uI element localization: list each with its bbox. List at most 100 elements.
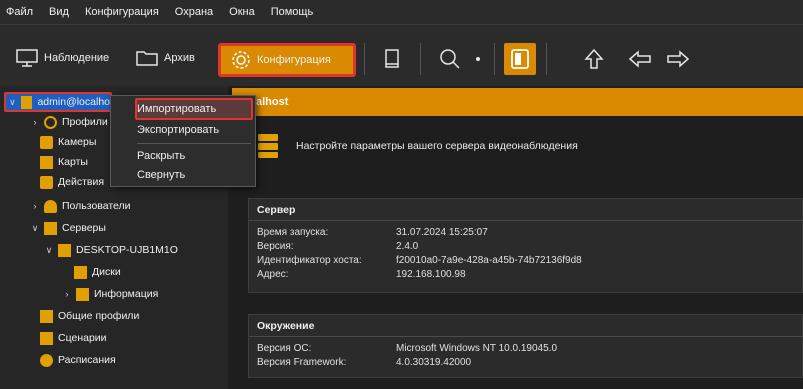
tree-item-scripts[interactable]: Сценарии xyxy=(40,328,107,348)
environment-panel: Окружение Версия ОС: Microsoft Windows NT… xyxy=(248,314,803,378)
page-title-text: alhost xyxy=(256,96,289,108)
env-row-framework-version: Версия Framework: 4.0.30319.42000 xyxy=(249,357,802,371)
chevron-down-icon[interactable]: ∨ xyxy=(44,245,54,256)
env-row-os-version: Версия ОС: Microsoft Windows NT 10.0.1904… xyxy=(249,343,802,357)
tree-item-info[interactable]: › Информация xyxy=(62,284,158,304)
server-icon xyxy=(20,95,33,109)
server-stack-icon xyxy=(258,134,278,158)
tree-item-users[interactable]: › Пользователи xyxy=(30,196,131,216)
tree-item-label: Действия xyxy=(58,176,105,188)
row-value: Microsoft Windows NT 10.0.19045.0 xyxy=(396,343,558,354)
chevron-right-icon[interactable]: › xyxy=(62,289,72,299)
gear-icon xyxy=(232,51,250,69)
row-key: Версия Framework: xyxy=(257,357,347,368)
toolbar-separator xyxy=(494,43,495,75)
observe-label: Наблюдение xyxy=(44,52,110,64)
tree-root-label: admin@localho xyxy=(37,96,110,108)
tree-item-label: Сценарии xyxy=(58,332,107,344)
server-panel: Сервер Время запуска: 31.07.2024 15:25:07… xyxy=(248,198,803,293)
user-icon xyxy=(44,199,57,213)
tree-item-profiles[interactable]: › Профили xyxy=(30,112,108,132)
tree-item-servers[interactable]: ∨ Серверы xyxy=(30,218,106,238)
arrow-back-icon[interactable] xyxy=(624,43,656,75)
chevron-down-icon[interactable]: ∨ xyxy=(30,223,40,234)
disk-icon xyxy=(74,265,87,279)
toolbar-separator xyxy=(364,43,365,75)
info-icon xyxy=(76,287,89,301)
profile-icon xyxy=(40,309,53,323)
row-key: Время запуска: xyxy=(257,227,329,238)
clock-icon xyxy=(40,353,53,367)
row-value: 192.168.100.98 xyxy=(396,269,466,280)
folder-icon xyxy=(136,51,158,66)
row-value: 31.07.2024 15:25:07 xyxy=(396,227,488,238)
target-icon xyxy=(44,115,57,129)
intro-block: Настройте параметры вашего сервера видео… xyxy=(256,132,578,160)
chevron-right-icon[interactable]: › xyxy=(30,117,40,127)
context-export[interactable]: Экспортировать xyxy=(137,124,219,136)
archive-button[interactable]: Архив xyxy=(136,43,195,73)
book-icon[interactable] xyxy=(376,43,408,75)
server-row-address: Адрес: 192.168.100.98 xyxy=(249,269,802,283)
menu-bar: Файл Вид Конфигурация Охрана Окна Помощь xyxy=(0,0,803,24)
tree-item-label: Карты xyxy=(58,156,88,168)
configuration-button[interactable]: Конфигурация xyxy=(218,43,356,77)
row-key: Версия: xyxy=(257,241,294,252)
menu-security[interactable]: Охрана xyxy=(175,6,213,18)
menu-view[interactable]: Вид xyxy=(49,6,69,18)
tree-root-admin[interactable]: ∨ admin@localho xyxy=(4,92,112,112)
tree-item-schedules[interactable]: Расписания xyxy=(40,350,116,370)
map-icon xyxy=(40,155,53,169)
toolbar-separator xyxy=(420,43,421,75)
tree-item-shared-profiles[interactable]: Общие профили xyxy=(40,306,139,326)
row-key: Адрес: xyxy=(257,269,289,280)
toolbar: Наблюдение Архив Конфигурация xyxy=(0,24,803,86)
context-collapse[interactable]: Свернуть xyxy=(137,169,185,181)
context-expand[interactable]: Раскрыть xyxy=(137,150,185,162)
tree-item-actions[interactable]: Действия xyxy=(40,172,104,192)
tree-item-label: DESKTOP-UJB1M1O xyxy=(76,244,178,256)
server-icon xyxy=(58,243,71,257)
camera-icon xyxy=(40,135,53,149)
tree-item-disks[interactable]: Диски xyxy=(74,262,121,282)
arrow-forward-icon[interactable] xyxy=(662,43,694,75)
tree-item-label: Информация xyxy=(94,288,159,300)
monitor-icon xyxy=(16,49,38,67)
arrow-up-icon[interactable] xyxy=(578,43,610,75)
chevron-right-icon[interactable]: › xyxy=(30,201,40,211)
tree-item-label: Диски xyxy=(92,266,121,278)
dropdown-arrow-icon[interactable] xyxy=(470,43,486,75)
tree-item-cameras[interactable]: Камеры xyxy=(40,132,96,152)
chevron-down-icon[interactable]: ∨ xyxy=(8,97,17,108)
context-import[interactable]: Импортировать xyxy=(137,103,216,115)
menu-windows[interactable]: Окна xyxy=(229,6,255,18)
search-icon[interactable] xyxy=(434,43,466,75)
tree-item-maps[interactable]: Карты xyxy=(40,152,88,172)
tree-item-label: Профили xyxy=(62,116,108,128)
tree-item-label: Камеры xyxy=(58,136,97,148)
toolbar-separator xyxy=(546,43,547,75)
main-content: alhost Настройте параметры вашего сервер… xyxy=(232,88,803,389)
menu-help[interactable]: Помощь xyxy=(271,6,314,18)
script-icon xyxy=(40,331,53,345)
tree-item-label: Серверы xyxy=(62,222,106,234)
observe-button[interactable]: Наблюдение xyxy=(16,43,109,73)
layout-panel-icon[interactable] xyxy=(504,43,536,75)
server-panel-title: Сервер xyxy=(249,199,802,221)
intro-text: Настройте параметры вашего сервера видео… xyxy=(296,140,578,152)
configuration-label: Конфигурация xyxy=(257,54,331,66)
server-row-host-id: Идентификатор хоста: f20010a0-7a9e-428a-a… xyxy=(249,255,802,269)
server-row-start-time: Время запуска: 31.07.2024 15:25:07 xyxy=(249,227,802,241)
archive-label: Архив xyxy=(164,52,195,64)
context-menu-separator xyxy=(137,143,251,144)
row-value: 2.4.0 xyxy=(396,241,419,252)
tree-item-label: Пользователи xyxy=(62,200,131,212)
menu-configuration[interactable]: Конфигурация xyxy=(85,6,159,18)
page-title: alhost xyxy=(232,88,803,116)
row-value: 4.0.30319.42000 xyxy=(396,357,472,368)
row-value: f20010a0-7a9e-428a-a45b-74b72136f9d8 xyxy=(396,255,582,266)
tree-item-desktop[interactable]: ∨ DESKTOP-UJB1M1O xyxy=(44,240,178,260)
server-row-version: Версия: 2.4.0 xyxy=(249,241,802,255)
menu-file[interactable]: Файл xyxy=(6,6,33,18)
tree-item-label: Расписания xyxy=(58,354,116,366)
